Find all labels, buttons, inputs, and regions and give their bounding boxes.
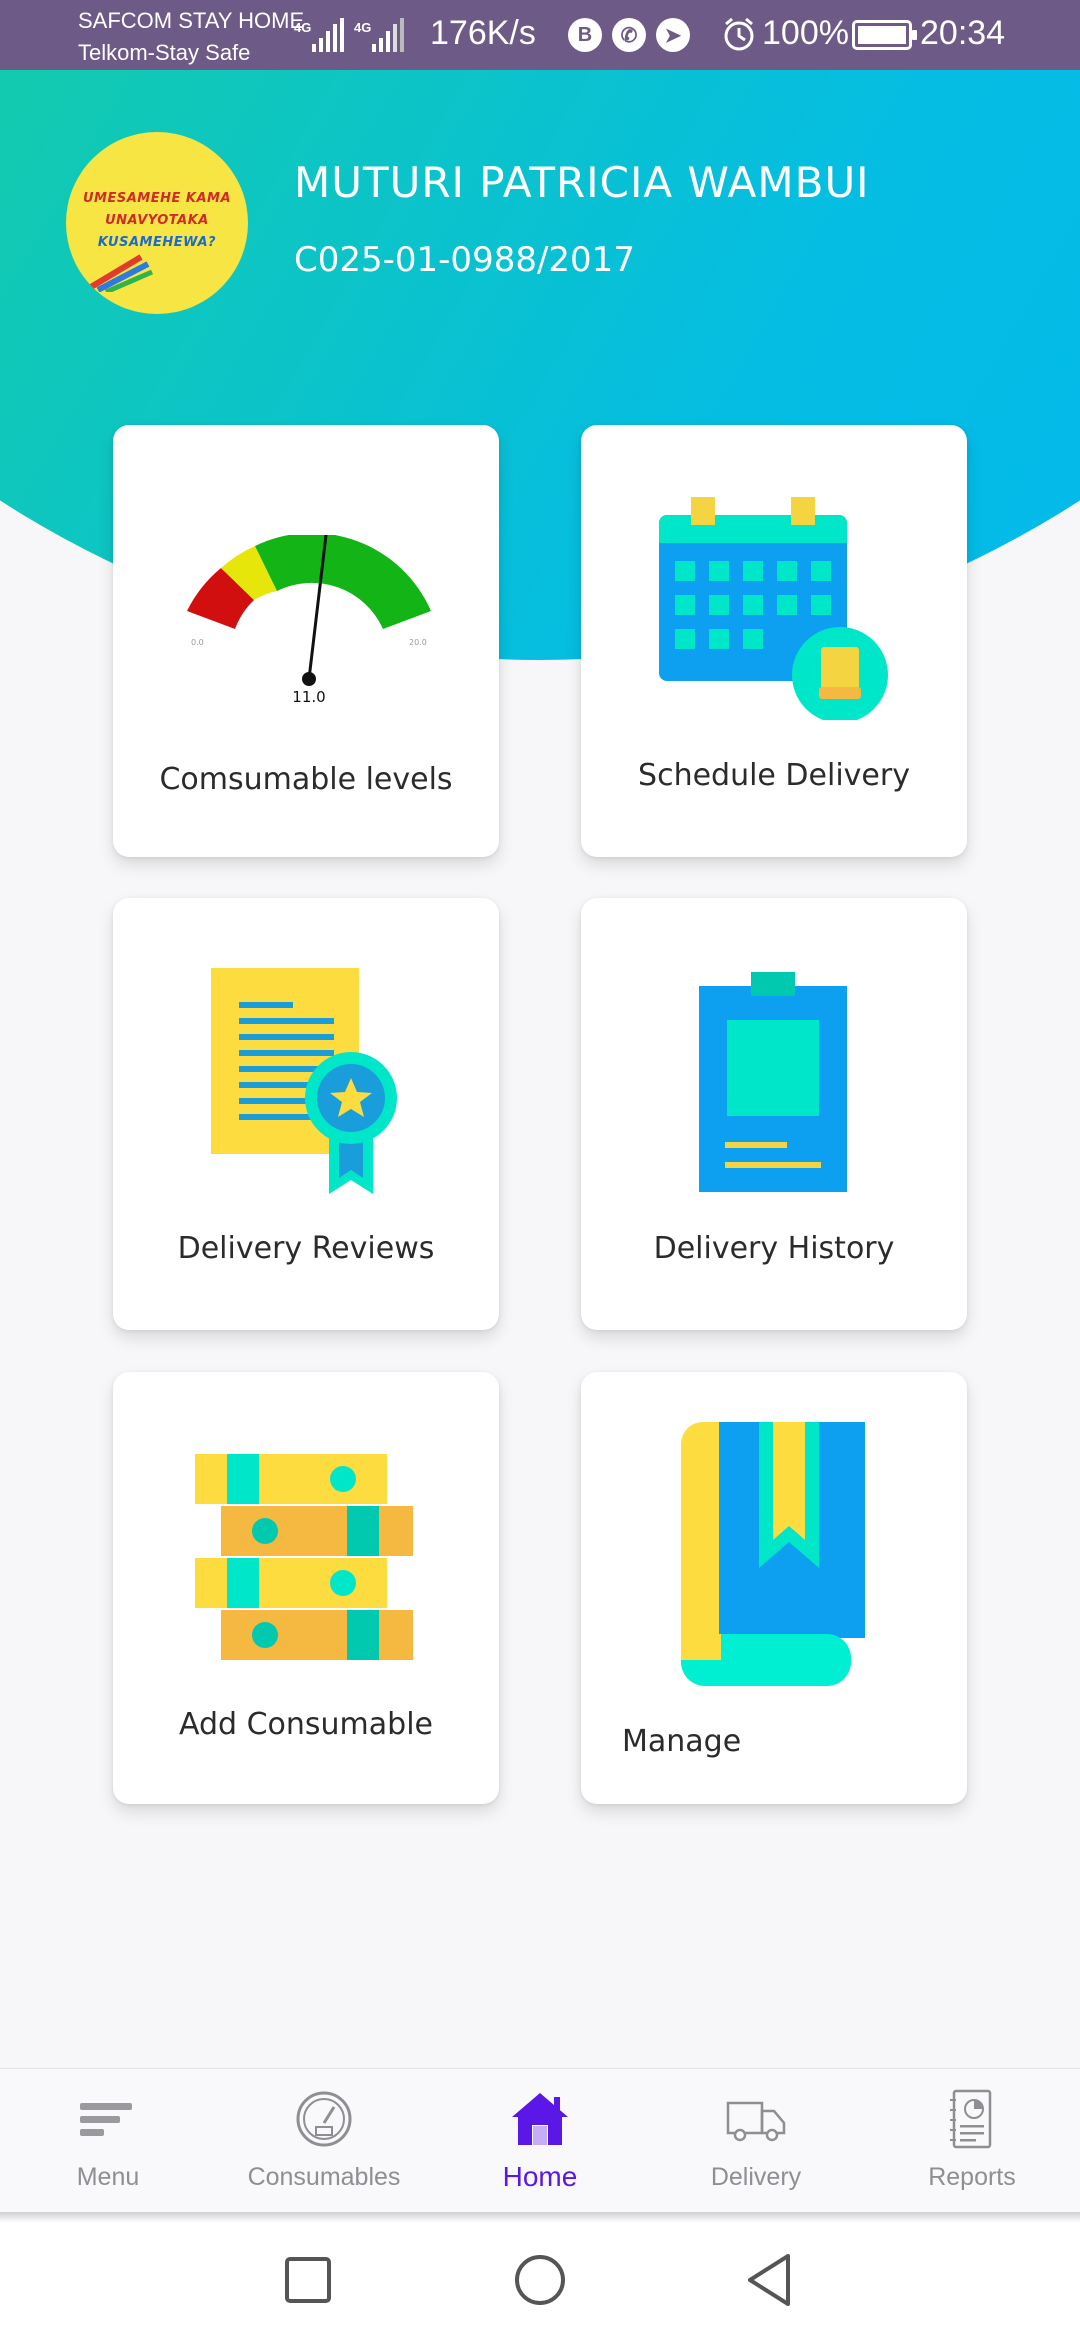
user-id: C025-01-0988/2017	[294, 240, 635, 280]
calendar-icon	[659, 497, 888, 720]
nav-home-label: Home	[502, 2161, 578, 2192]
delivery-history-label: Delivery History	[653, 1231, 895, 1266]
nav-menu[interactable]: Menu	[0, 2069, 216, 2217]
network-type-1: 4G	[294, 20, 311, 35]
manage-card[interactable]: Manage	[581, 1372, 967, 1804]
system-navigation-bar	[0, 2222, 1080, 2340]
menu-icon	[80, 2103, 132, 2136]
nav-divider	[0, 2212, 1080, 2220]
avatar-line-1: UMESAMEHE KAMA	[82, 191, 232, 206]
delivery-reviews-label: Delivery Reviews	[177, 1231, 435, 1266]
nav-reports[interactable]: Reports	[864, 2069, 1080, 2217]
manage-label: Manage	[622, 1724, 742, 1759]
signal-icon: 4G 4G	[294, 14, 414, 62]
gauge-icon: 0.0 20.0 11.0	[187, 535, 431, 705]
nav-delivery[interactable]: Delivery	[648, 2069, 864, 2217]
avatar[interactable]: UMESAMEHE KAMA UNAVYOTAKA KUSAMEHEWA?	[66, 132, 248, 314]
whatsapp-icon: ✆	[612, 18, 646, 52]
gauge-max-label: 20.0	[409, 638, 427, 647]
delivery-reviews-card[interactable]: Delivery Reviews	[113, 898, 499, 1330]
nav-reports-label: Reports	[928, 2163, 1016, 2191]
book-icon	[681, 1422, 865, 1686]
schedule-delivery-label: Schedule Delivery	[638, 758, 910, 793]
nav-consumables[interactable]: Consumables	[216, 2069, 432, 2217]
add-consumable-card[interactable]: Add Consumable	[113, 1372, 499, 1804]
avatar-line-2: UNAVYOTAKA	[105, 213, 209, 228]
report-icon	[950, 2089, 992, 2149]
gauge-icon	[296, 2091, 352, 2147]
alarm-icon	[722, 16, 756, 56]
add-consumable-label: Add Consumable	[178, 1707, 434, 1742]
home-circle-icon[interactable]	[510, 2250, 570, 2310]
nav-consumables-label: Consumables	[247, 2163, 401, 2191]
battery-percent: 100%	[762, 14, 849, 52]
back-icon[interactable]	[740, 2250, 800, 2310]
gauge-value: 11.0	[292, 688, 325, 705]
telegram-icon: ➤	[656, 18, 690, 52]
delivery-history-card[interactable]: Delivery History	[581, 898, 967, 1330]
network-type-2: 4G	[354, 20, 371, 35]
notification-icons: B ✆ ➤	[568, 18, 690, 52]
nav-delivery-label: Delivery	[710, 2163, 802, 2191]
user-name: MUTURI PATRICIA WAMBUI	[294, 158, 870, 207]
certificate-icon	[211, 968, 397, 1194]
nav-menu-label: Menu	[76, 2163, 140, 2191]
schedule-delivery-card[interactable]: Schedule Delivery	[581, 425, 967, 857]
avatar-slogan: UMESAMEHE KAMA UNAVYOTAKA KUSAMEHEWA?	[76, 188, 238, 254]
bottom-navigation: Menu Consumables Home Delivery Reports	[0, 2068, 1080, 2216]
consumable-levels-label: Comsumable levels	[159, 762, 453, 797]
books-stack-icon	[195, 1454, 413, 1660]
clipboard-icon	[699, 972, 847, 1192]
carrier-name-2: Telkom-Stay Safe	[78, 40, 251, 65]
clock: 20:34	[920, 14, 1006, 52]
carrier-name-1: SAFCOM STAY HOME	[78, 8, 305, 33]
avatar-line-3: KUSAMEHEWA?	[97, 235, 217, 250]
pencils-icon	[89, 254, 153, 292]
home-screen: SAFCOM STAY HOME Telkom-Stay Safe 4G 4G …	[0, 0, 1080, 2340]
truck-icon	[726, 2101, 786, 2142]
consumable-levels-card[interactable]: 0.0 20.0 11.0 Comsumable levels	[113, 425, 499, 857]
home-icon	[512, 2093, 568, 2145]
bim-icon: B	[568, 18, 602, 52]
network-speed: 176K/s	[430, 14, 536, 52]
recent-apps-icon[interactable]	[278, 2250, 338, 2310]
nav-home[interactable]: Home	[432, 2069, 648, 2217]
battery-icon	[852, 20, 917, 50]
status-bar: SAFCOM STAY HOME Telkom-Stay Safe 4G 4G …	[0, 0, 1080, 70]
gauge-min-label: 0.0	[191, 638, 204, 647]
